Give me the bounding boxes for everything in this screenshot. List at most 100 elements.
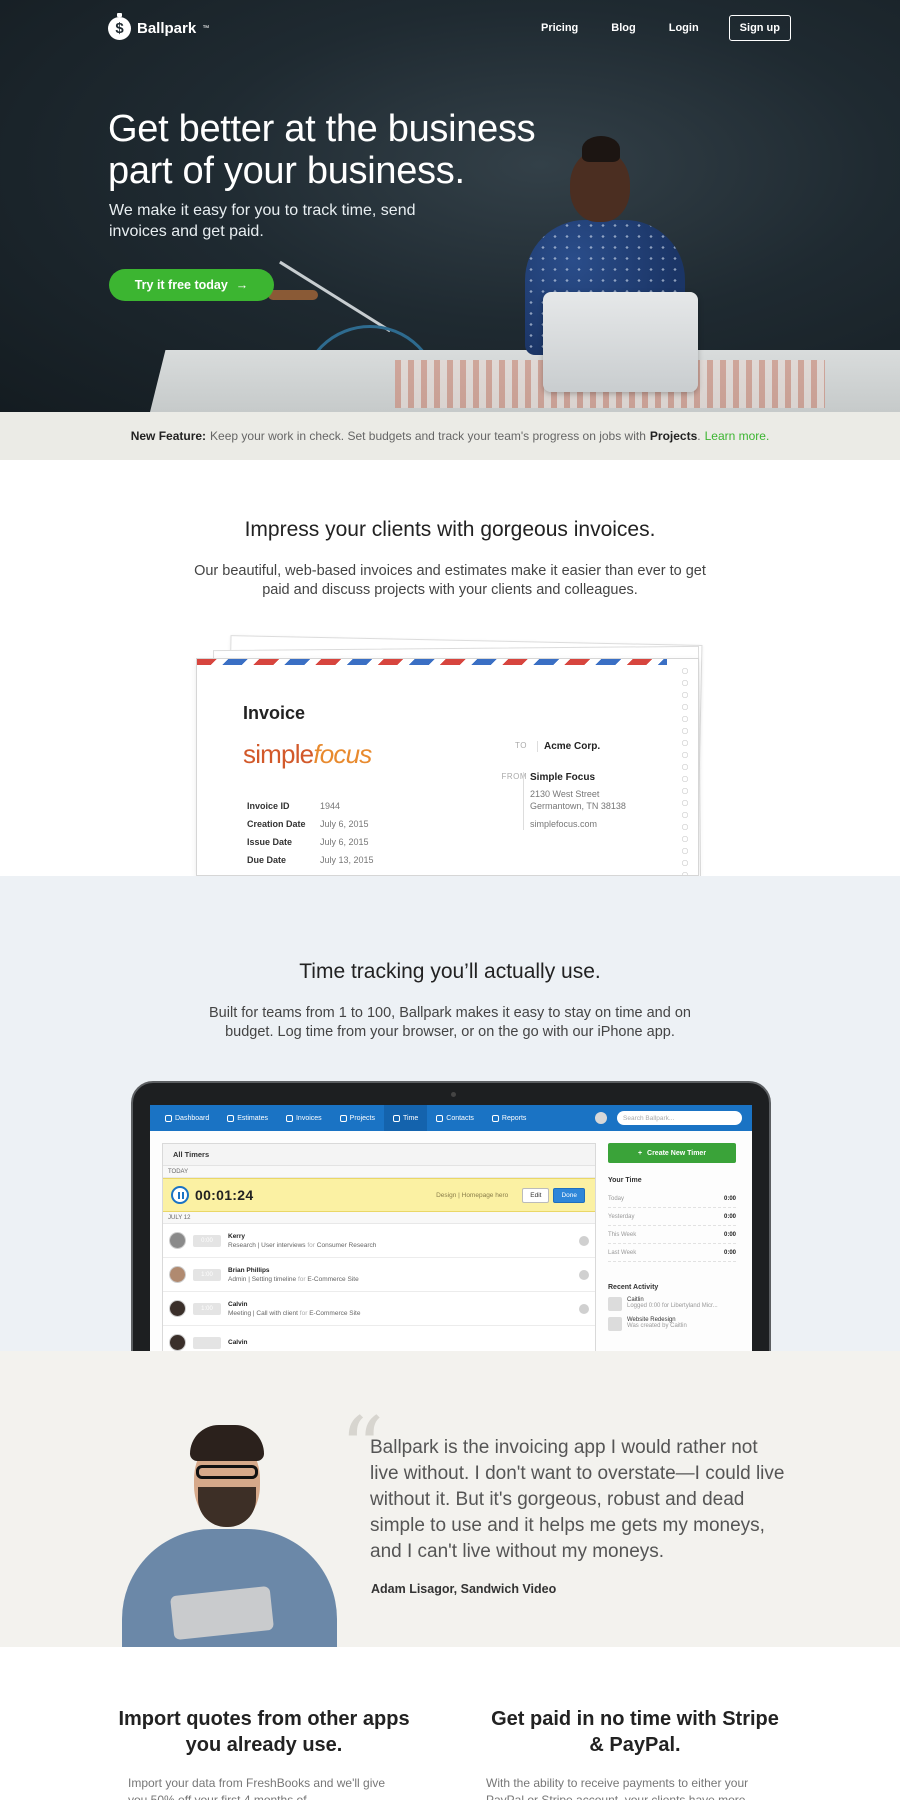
avatar: [169, 1266, 186, 1283]
your-time-row: Last Week 0:00: [608, 1244, 736, 1262]
user-avatar[interactable]: [595, 1112, 607, 1124]
banner-projects: Projects: [649, 429, 698, 443]
entry-desc-text: Research | User interviews: [228, 1241, 306, 1249]
entry-for: for: [299, 1309, 308, 1317]
time-entry-row[interactable]: Calvin: [163, 1326, 595, 1351]
person-beard-illustration: [198, 1487, 256, 1527]
activity-item[interactable]: Website Redesign Was created by Caitlin: [608, 1317, 736, 1331]
bicycle-seat-illustration: [268, 290, 318, 300]
testimonial-photo: [112, 1411, 342, 1647]
laptop-mockup: Dashboard Estimates Invoices Projects Ti…: [131, 1081, 771, 1351]
app-nav-invoices[interactable]: Invoices: [277, 1105, 331, 1131]
your-time-row: Today 0:00: [608, 1190, 736, 1208]
meta-value: 1944: [320, 801, 341, 811]
invoices-body: Our beautiful, web-based invoices and es…: [194, 563, 706, 598]
entry-client: E-Commerce Site: [309, 1309, 361, 1317]
projects-icon: [339, 1114, 347, 1122]
entry-hours: 1:00: [193, 1268, 221, 1281]
app-nav-contacts[interactable]: Contacts: [427, 1105, 483, 1131]
activity-what: Logged 0:00 for Libertyland Micr...: [627, 1303, 718, 1309]
pause-icon[interactable]: [171, 1186, 189, 1204]
laptop-illustration: [543, 292, 698, 392]
billable-icon: [579, 1303, 589, 1314]
your-time-value: 0:00: [723, 1249, 736, 1256]
meta-value: July 6, 2015: [320, 837, 369, 847]
trademark-symbol: ™: [202, 24, 210, 32]
testimonial-section: “ Ballpark is the invoicing app I would …: [0, 1351, 900, 1647]
entry-hours: [193, 1336, 221, 1349]
entry-client: E-Commerce Site: [307, 1275, 359, 1283]
app-screen: Dashboard Estimates Invoices Projects Ti…: [150, 1105, 752, 1351]
activity-text: Caitlin Logged 0:00 for Libertyland Micr.…: [627, 1297, 718, 1309]
invoices-title: Impress your clients with gorgeous invoi…: [244, 518, 656, 541]
time-tracking-section: Time tracking you’ll actually use. Built…: [0, 876, 900, 1351]
time-entry-row[interactable]: 1:00 Calvin Meeting | Call with client f…: [163, 1292, 595, 1326]
hero-title: Get better at the business part of your …: [108, 108, 536, 192]
your-time-value: 0:00: [723, 1195, 736, 1202]
timer-sidebar: + Create New Timer Your Time Today 0:00 Ye…: [608, 1143, 736, 1337]
brand-logo[interactable]: $ Ballpark ™: [108, 12, 210, 40]
entry-name: Kerry: [228, 1232, 245, 1240]
create-new-timer-label: Create New Timer: [647, 1149, 707, 1157]
invoice-meta: Invoice ID 1944 Creation Date July 6, 2015…: [247, 797, 374, 869]
app-nav-label: Reports: [501, 1114, 527, 1122]
create-new-timer-button[interactable]: + Create New Timer: [608, 1143, 736, 1163]
edit-timer-button[interactable]: Edit: [522, 1187, 550, 1203]
glasses-illustration: [196, 1465, 258, 1479]
banner-period: .: [697, 429, 701, 443]
star-icon: [608, 1317, 622, 1331]
app-nav-reports[interactable]: Reports: [483, 1105, 536, 1131]
stopwatch-icon: [392, 1114, 400, 1122]
your-time-value: 0:00: [723, 1213, 736, 1220]
banner-text: Keep your work in check. Set budgets and…: [210, 429, 646, 443]
activity-item[interactable]: Caitlin Logged 0:00 for Libertyland Micr.…: [608, 1297, 736, 1311]
invoice-meta-row: Invoice ID 1944: [247, 797, 374, 815]
invoice-heading: Invoice: [243, 703, 306, 723]
airmail-stripe: [197, 659, 667, 665]
time-entry-row[interactable]: 1:00 Brian Phillips Admin | Setting time…: [163, 1258, 595, 1292]
entry-desc-text: Meeting | Call with client: [228, 1309, 298, 1317]
dollar-stopwatch-icon: $: [108, 12, 131, 40]
entry-for: for: [297, 1275, 306, 1283]
entry-hours: 1:00: [193, 1302, 221, 1315]
app-nav-label: Projects: [349, 1114, 375, 1122]
invoice-preview: Invoice simplefocus Invoice ID 1944 Creat…: [196, 658, 699, 876]
entry-desc: Meeting | Call with client for E-Commerc…: [228, 1310, 360, 1317]
entry-info: Calvin: [228, 1338, 248, 1347]
try-free-button[interactable]: Try it free today →: [109, 269, 274, 301]
activity-text: Website Redesign Was created by Caitlin: [627, 1317, 687, 1329]
app-nav-label: Time: [402, 1114, 419, 1122]
app-nav-estimates[interactable]: Estimates: [218, 1105, 277, 1131]
your-time-heading: Your Time: [608, 1177, 642, 1184]
meta-key: Due Date: [247, 855, 287, 865]
learn-more-link[interactable]: Learn more.: [705, 429, 770, 443]
timer-task: Design | Homepage hero: [436, 1191, 509, 1199]
running-timer: 00:01:24 Design | Homepage hero Edit Don…: [163, 1178, 595, 1212]
app-search-input[interactable]: Search Ballpark...: [617, 1111, 742, 1125]
signup-button[interactable]: Sign up: [728, 15, 791, 41]
nav-pricing-link[interactable]: Pricing: [541, 22, 578, 34]
your-time-label: Yesterday: [608, 1213, 635, 1220]
recent-activity-heading: Recent Activity: [608, 1284, 659, 1291]
client-logo: simplefocus: [243, 739, 372, 770]
nav-login-link[interactable]: Login: [669, 22, 699, 34]
app-navbar: Dashboard Estimates Invoices Projects Ti…: [150, 1105, 752, 1131]
feature-body-import: Import your data from FreshBooks and we'…: [128, 1776, 386, 1800]
from-address-2: Germantown, TN 38138: [530, 801, 626, 811]
done-timer-button[interactable]: Done: [553, 1187, 585, 1203]
nav-blog-link[interactable]: Blog: [611, 22, 635, 34]
activity-what: Was created by Caitlin: [627, 1323, 687, 1329]
app-nav-dashboard[interactable]: Dashboard: [156, 1105, 218, 1131]
entry-desc: Research | User interviews for Consumer …: [228, 1242, 376, 1249]
entry-info: Calvin Meeting | Call with client for E-…: [228, 1300, 360, 1318]
app-nav-projects[interactable]: Projects: [331, 1105, 384, 1131]
entry-info: Kerry Research | User interviews for Con…: [228, 1232, 376, 1250]
app-nav-time[interactable]: Time: [383, 1105, 428, 1131]
client-logo-part-a: simple: [243, 739, 314, 769]
entry-client: Consumer Research: [316, 1241, 377, 1249]
timers-header: All Timers: [163, 1144, 595, 1166]
brand-name: Ballpark: [137, 19, 197, 37]
time-entry-row[interactable]: 0:00 Kerry Research | User interviews fo…: [163, 1224, 595, 1258]
timers-panel: All Timers TODAY 00:01:24 Design | Homep…: [162, 1143, 596, 1351]
reports-icon: [491, 1114, 499, 1122]
